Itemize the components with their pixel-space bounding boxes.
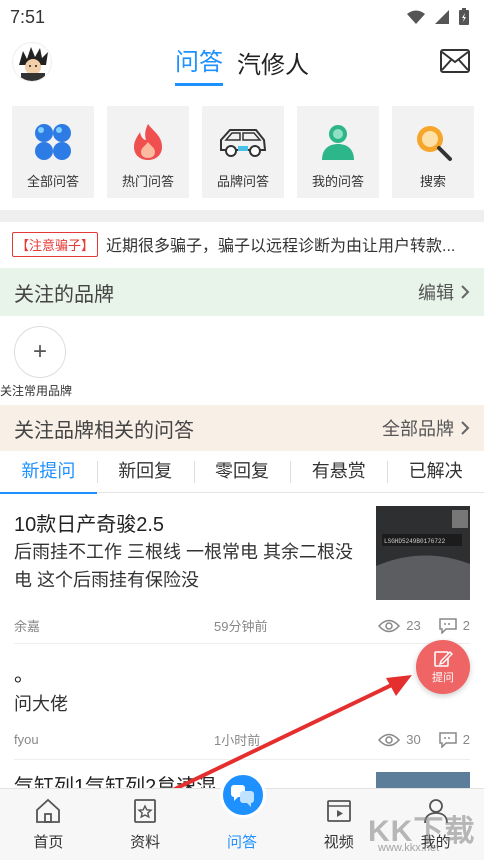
nav-library-label: 资料 (130, 834, 161, 851)
qa-icon[interactable] (220, 772, 266, 818)
flame-icon (134, 124, 162, 160)
nav-home-label: 首页 (33, 834, 64, 851)
status-icons (406, 8, 470, 26)
book-icon (134, 799, 157, 823)
question-meta: 余嘉 59分钟前 23 2 (14, 616, 470, 635)
question-thumbnail[interactable]: LSGHD5249B0176722 (376, 506, 470, 600)
question-body: 后雨挂不工作 三根线 一根常电 其余二根没电 这个后雨挂有保险没 (14, 542, 354, 590)
nav-qa-label: 问答 (226, 834, 257, 851)
plus-icon: + (32, 338, 47, 365)
question-item[interactable]: 10款日产奇骏2.5 后雨挂不工作 三根线 一根常电 其余二根没电 这个后雨挂有… (0, 494, 484, 642)
question-time: 59分钟前 (214, 619, 268, 634)
edit-brands-label: 编辑 (418, 283, 454, 303)
category-label: 全部问答 (26, 174, 79, 189)
grid-icon (35, 124, 71, 160)
view-count: 23 (378, 618, 421, 633)
tab-bounty[interactable]: 有悬赏 (290, 451, 387, 493)
status-bar: 7:51 (0, 0, 484, 34)
category-grid: 全部问答 热门问答 品牌问答 我的问答 搜索 (0, 94, 484, 210)
notice-tag: 【注意骗子】 (12, 231, 99, 257)
thumbnail-vin-text: LSGHD5249B0176722 (384, 538, 446, 545)
comment-count: 2 (439, 731, 470, 748)
edit-brands-button[interactable]: 编辑 (418, 279, 470, 305)
tab-mechanic[interactable]: 汽修人 (237, 45, 309, 86)
category-label: 我的问答 (311, 174, 364, 189)
comment-count-value: 2 (462, 618, 470, 633)
question-title: 10款日产奇骏2.5 (14, 514, 165, 536)
notice-text: 近期很多骗子，骗子以远程诊断为由让用户转款... (106, 238, 456, 255)
app-header: 问答 汽修人 (0, 34, 484, 94)
category-label: 搜索 (419, 174, 446, 189)
tab-qa[interactable]: 问答 (175, 42, 223, 86)
comment-count: 2 (439, 617, 470, 634)
question-author[interactable]: 余嘉 (14, 616, 214, 635)
avatar-icon[interactable] (12, 42, 52, 82)
nav-home[interactable]: 首页 (8, 797, 88, 852)
search-icon (417, 126, 452, 161)
home-icon (36, 798, 61, 823)
header-tabs: 问答 汽修人 (175, 42, 309, 86)
eye-icon (378, 619, 401, 632)
category-hot-qa[interactable]: 热门问答 (107, 106, 189, 198)
tab-new-questions[interactable]: 新提问 (0, 451, 97, 494)
ask-question-button[interactable]: 提问 (416, 640, 470, 694)
chevron-right-icon (461, 285, 470, 299)
comment-icon (439, 731, 457, 748)
watermark-url: www.kkx.net (378, 842, 440, 854)
comment-icon (439, 617, 457, 634)
brand-questions-title: 关注品牌相关的问答 (14, 419, 194, 442)
ask-question-label: 提问 (432, 672, 454, 684)
battery-icon (459, 8, 469, 25)
all-brands-button[interactable]: 全部品牌 (382, 415, 470, 441)
car-icon (220, 129, 267, 157)
category-search[interactable]: 搜索 (392, 106, 474, 198)
category-all-qa[interactable]: 全部问答 (12, 106, 94, 198)
followed-brands-header: 关注的品牌 编辑 (0, 268, 484, 316)
edit-icon (434, 651, 453, 667)
add-brand-label: 关注常用品牌 (0, 384, 73, 398)
brand-questions-header: 关注品牌相关的问答 全部品牌 (0, 405, 484, 451)
scam-notice[interactable]: 【注意骗子】 近期很多骗子，骗子以远程诊断为由让用户转款... (0, 222, 484, 266)
wifi-icon (407, 10, 425, 24)
category-brand-qa[interactable]: 品牌问答 (202, 106, 284, 198)
nav-video-label: 视频 (323, 834, 354, 851)
all-brands-label: 全部品牌 (382, 419, 454, 439)
tab-solved[interactable]: 已解决 (387, 451, 484, 493)
view-count-value: 23 (406, 618, 421, 633)
chevron-right-icon (461, 421, 470, 435)
arrow-annotation (151, 675, 412, 802)
add-brand-button[interactable]: + (14, 326, 66, 378)
category-label: 品牌问答 (216, 174, 269, 189)
video-icon (326, 800, 351, 822)
followed-brands-title: 关注的品牌 (14, 283, 114, 306)
status-time: 7:51 (10, 6, 46, 27)
question-title: 。 (14, 664, 34, 686)
category-my-qa[interactable]: 我的问答 (297, 106, 379, 198)
section-spacer (0, 210, 484, 222)
tab-zero-replies[interactable]: 零回复 (193, 451, 291, 493)
category-label: 热门问答 (121, 174, 174, 189)
comment-count-value: 2 (462, 732, 470, 747)
signal-icon (435, 10, 449, 24)
mail-icon[interactable] (440, 49, 470, 73)
nav-library[interactable]: 资料 (105, 797, 185, 852)
question-filter-tabs: 新提问 新回复 零回复 有悬赏 已解决 (0, 451, 484, 494)
user-icon (322, 125, 354, 160)
tab-new-replies[interactable]: 新回复 (96, 451, 194, 493)
nav-video[interactable]: 视频 (299, 797, 379, 852)
